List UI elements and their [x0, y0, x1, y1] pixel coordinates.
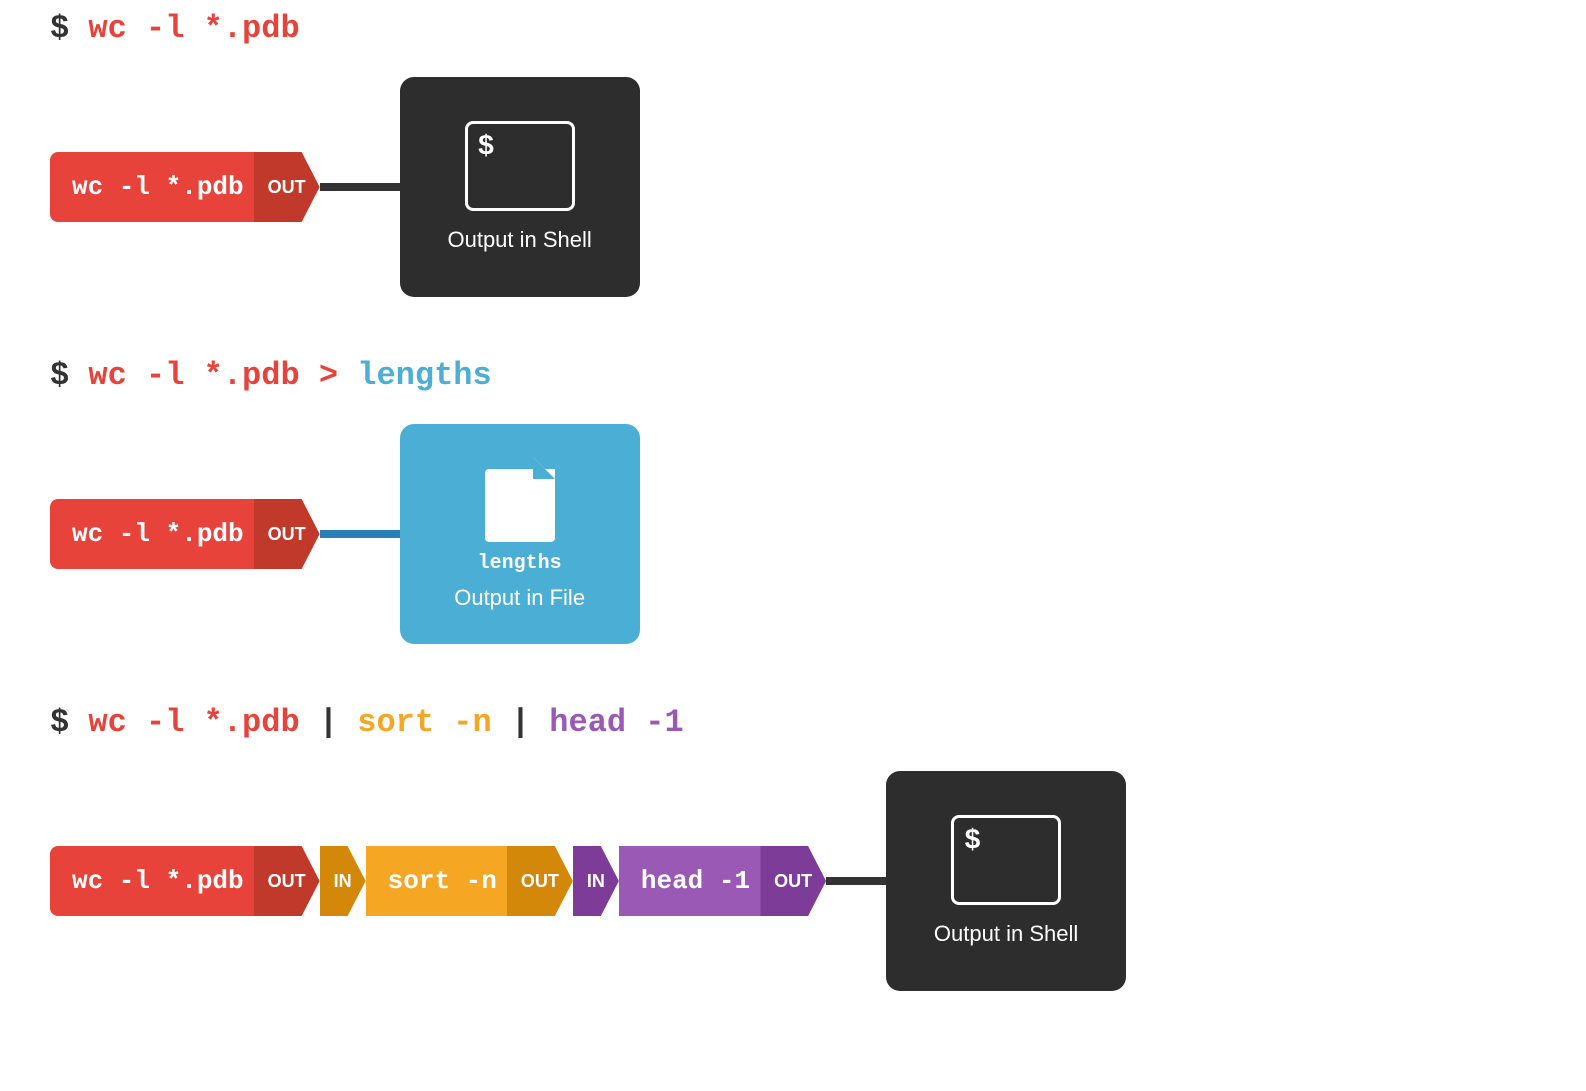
section3-terminal: $ Output in Shell — [886, 771, 1126, 991]
section3-pill2: sort -n — [366, 846, 507, 916]
section2-pill-label: wc -l *.pdb — [72, 519, 254, 549]
section1-cmd-styled: $ wc -l *.pdb — [50, 10, 1536, 47]
section2-cmd-unit: wc -l *.pdb OUT — [50, 499, 320, 569]
section1-terminal: $ Output in Shell — [400, 77, 640, 297]
section2-cmd: $ wc -l *.pdb > lengths — [50, 357, 1536, 394]
section3-pill1-label: wc -l *.pdb — [72, 866, 254, 896]
section3: $ wc -l *.pdb | sort -n | head -1 wc -l … — [50, 704, 1536, 991]
section3-screen: $ — [951, 815, 1061, 905]
section1-out-badge: OUT — [254, 152, 320, 222]
section2-out-badge: OUT — [254, 499, 320, 569]
section3-cmd: $ wc -l *.pdb | sort -n | head -1 — [50, 704, 1536, 741]
section1-flow: wc -l *.pdb OUT $ Output in Shell — [50, 77, 1536, 297]
section3-connector — [826, 877, 886, 885]
section1-pill-label: wc -l *.pdb — [72, 172, 254, 202]
section2-connector — [320, 530, 400, 538]
section3-out3-badge: OUT — [760, 846, 826, 916]
section3-pill2-label: sort -n — [388, 866, 507, 896]
section3-out2-label: OUT — [521, 871, 559, 892]
section3-out1-badge: OUT — [254, 846, 320, 916]
section3-in2-label: IN — [334, 871, 352, 892]
section1-screen: $ — [465, 121, 575, 211]
section3-in3-label: IN — [587, 871, 605, 892]
section2-out-label: OUT — [268, 524, 306, 545]
section2: $ wc -l *.pdb > lengths wc -l *.pdb OUT … — [50, 357, 1536, 644]
section3-out1-label: OUT — [268, 871, 306, 892]
section3-out3-label: OUT — [774, 871, 812, 892]
section2-file-name: lengths — [478, 552, 562, 575]
section3-pill1: wc -l *.pdb — [50, 846, 254, 916]
section1-out-label: OUT — [268, 177, 306, 198]
section2-file-label: Output in File — [454, 585, 585, 611]
section3-cmd-unit1: wc -l *.pdb OUT — [50, 846, 320, 916]
section3-in3-badge: IN — [573, 846, 619, 916]
section2-file: lengths Output in File — [400, 424, 640, 644]
section1-pill: wc -l *.pdb — [50, 152, 254, 222]
section1-terminal-label: Output in Shell — [447, 227, 591, 253]
section3-pill3: head -1 — [619, 846, 760, 916]
section1-connector — [320, 183, 400, 191]
section1-dollar: $ — [478, 132, 495, 163]
section3-terminal-label: Output in Shell — [934, 921, 1078, 947]
section3-out2-badge: OUT — [507, 846, 573, 916]
section3-flow: wc -l *.pdb OUT IN sort -n OUT IN head -… — [50, 771, 1536, 991]
section1-cmd-unit: wc -l *.pdb OUT — [50, 152, 320, 222]
section2-flow: wc -l *.pdb OUT lengths Output in File — [50, 424, 1536, 644]
section3-dollar: $ — [964, 826, 981, 857]
section2-pill: wc -l *.pdb — [50, 499, 254, 569]
file-icon-svg — [485, 457, 555, 542]
section1: $ $ wc -l *.pdb $ wc -l *.pdb wc -l *.pd… — [50, 10, 1536, 297]
section3-in2-badge: IN — [320, 846, 366, 916]
section3-pill3-label: head -1 — [641, 866, 760, 896]
